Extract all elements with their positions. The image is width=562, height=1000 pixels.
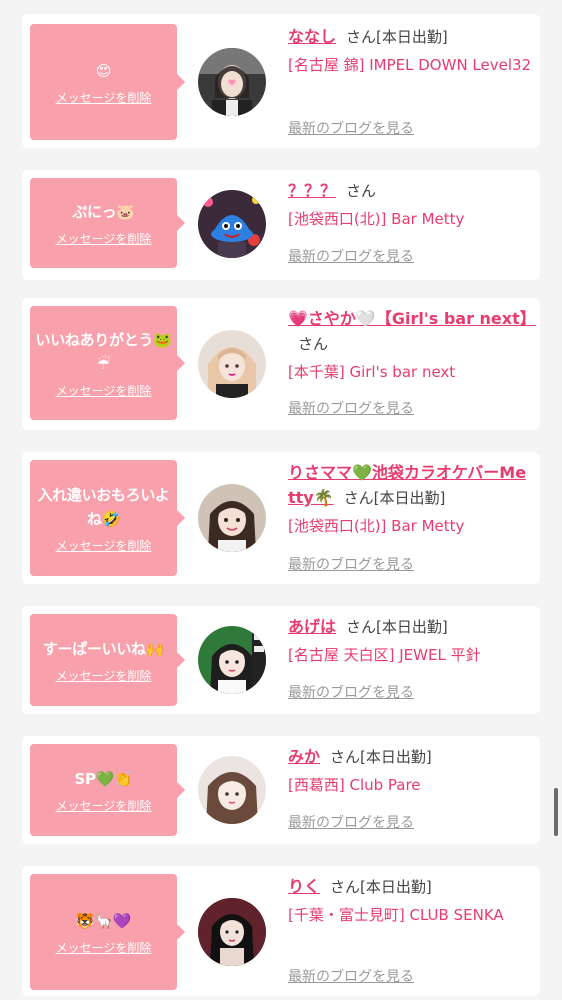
message-bubble: 入れ違いおもろいよね🤣 メッセージを削除 bbox=[30, 460, 185, 576]
message-card: ぷにっ🐷 メッセージを削除 ？？？ さん [池袋西口(北)] Bar Metty… bbox=[22, 170, 540, 280]
cast-info: ？？？ さん [池袋西口(北)] Bar Metty bbox=[288, 178, 532, 232]
cast-info: あげは さん[本日出勤] [名古屋 天白区] JEWEL 平針 bbox=[288, 614, 532, 668]
latest-blog-link[interactable]: 最新のブログを見る bbox=[288, 554, 414, 574]
name-line: りく さん[本日出勤] bbox=[288, 874, 532, 900]
cast-name-link[interactable]: ？？？ bbox=[288, 181, 336, 200]
avatar[interactable] bbox=[198, 48, 266, 116]
honorific: さん bbox=[330, 748, 361, 766]
cast-info: りく さん[本日出勤] [千葉・富士見町] CLUB SENKA bbox=[288, 874, 532, 928]
message-text: 😍 bbox=[95, 61, 112, 80]
cast-name-link[interactable]: 💗さやか🤍【Girl's bar next】 bbox=[288, 309, 536, 328]
message-card: SP💚👏 メッセージを削除 みか さん[本日出勤] [西葛西] Club Pare… bbox=[22, 736, 540, 844]
delete-message-link[interactable]: メッセージを削除 bbox=[56, 667, 152, 684]
avatar[interactable] bbox=[198, 626, 266, 694]
on-duty-badge: [本日出勤] bbox=[360, 748, 432, 766]
shop-name: [本千葉] Girl's bar next bbox=[288, 363, 456, 381]
avatar-photo bbox=[198, 48, 266, 116]
message-list-page: 😍 メッセージを削除 ななし さん[本日出勤] [名古屋 錦] IMPEL DOW… bbox=[0, 0, 562, 1000]
latest-blog-link[interactable]: 最新のブログを見る bbox=[288, 966, 414, 986]
avatar[interactable] bbox=[198, 756, 266, 824]
cast-info: りさママ💚池袋カラオケバーMetty🌴 さん[本日出勤] [池袋西口(北)] Ba… bbox=[288, 460, 532, 539]
delete-message-link[interactable]: メッセージを削除 bbox=[56, 89, 152, 106]
avatar-photo bbox=[198, 330, 266, 398]
honorific: さん bbox=[343, 489, 374, 507]
on-duty-badge: [本日出勤] bbox=[360, 878, 432, 896]
message-text: ぷにっ🐷 bbox=[72, 202, 135, 221]
message-bubble: いいねありがとう🐸☔ メッセージを削除 bbox=[30, 306, 185, 420]
scrollbar-thumb[interactable] bbox=[554, 788, 558, 836]
delete-message-link[interactable]: メッセージを削除 bbox=[56, 939, 152, 956]
shop-name: [西葛西] Club Pare bbox=[288, 776, 421, 794]
name-line: みか さん[本日出勤] bbox=[288, 744, 532, 770]
message-text: いいねありがとう🐸☔ bbox=[35, 330, 172, 373]
name-line: あげは さん[本日出勤] bbox=[288, 614, 532, 640]
cast-info: みか さん[本日出勤] [西葛西] Club Pare bbox=[288, 744, 532, 798]
on-duty-badge: [本日出勤] bbox=[376, 618, 448, 636]
message-bubble: すーぱーいいね🙌 メッセージを削除 bbox=[30, 614, 185, 706]
message-bubble: SP💚👏 メッセージを削除 bbox=[30, 744, 185, 836]
message-text: SP💚👏 bbox=[74, 769, 133, 788]
avatar-photo bbox=[198, 898, 266, 966]
latest-blog-link[interactable]: 最新のブログを見る bbox=[288, 246, 414, 266]
avatar-photo bbox=[198, 190, 266, 258]
delete-message-link[interactable]: メッセージを削除 bbox=[56, 230, 152, 247]
cast-name-link[interactable]: あげは bbox=[288, 617, 336, 636]
delete-message-link[interactable]: メッセージを削除 bbox=[56, 382, 152, 399]
delete-message-link[interactable]: メッセージを削除 bbox=[56, 537, 152, 554]
message-text: すーぱーいいね🙌 bbox=[42, 639, 165, 658]
avatar-photo bbox=[198, 626, 266, 694]
shop-name: [池袋西口(北)] Bar Metty bbox=[288, 210, 465, 228]
latest-blog-link[interactable]: 最新のブログを見る bbox=[288, 682, 414, 702]
message-card: 入れ違いおもろいよね🤣 メッセージを削除 りさママ💚池袋カラオケバーMetty🌴… bbox=[22, 452, 540, 584]
avatar[interactable] bbox=[198, 190, 266, 258]
honorific: さん bbox=[330, 878, 361, 896]
honorific: さん bbox=[298, 335, 329, 353]
cast-info: ななし さん[本日出勤] [名古屋 錦] IMPEL DOWN Level32 bbox=[288, 24, 532, 78]
avatar-photo bbox=[198, 756, 266, 824]
avatar[interactable] bbox=[198, 484, 266, 552]
name-line: ななし さん[本日出勤] bbox=[288, 24, 532, 50]
shop-name: [池袋西口(北)] Bar Metty bbox=[288, 517, 465, 535]
message-card: 🐯🦙💜 メッセージを削除 りく さん[本日出勤] [千葉・富士見町] CLUB S… bbox=[22, 866, 540, 996]
message-card: いいねありがとう🐸☔ メッセージを削除 💗さやか🤍【Girl's bar nex… bbox=[22, 298, 540, 430]
message-text: 🐯🦙💜 bbox=[75, 911, 132, 930]
name-line: 💗さやか🤍【Girl's bar next】さん bbox=[288, 306, 536, 357]
latest-blog-link[interactable]: 最新のブログを見る bbox=[288, 118, 414, 138]
message-bubble: 😍 メッセージを削除 bbox=[30, 24, 185, 140]
on-duty-badge: [本日出勤] bbox=[376, 28, 448, 46]
cast-info: 💗さやか🤍【Girl's bar next】さん [本千葉] Girl's ba… bbox=[288, 306, 536, 385]
shop-name: [千葉・富士見町] CLUB SENKA bbox=[288, 906, 504, 924]
cast-name-link[interactable]: りく bbox=[288, 877, 320, 896]
message-card: すーぱーいいね🙌 メッセージを削除 あげは さん[本日出勤] [名古屋 天白区]… bbox=[22, 606, 540, 714]
honorific: さん bbox=[346, 182, 377, 200]
delete-message-link[interactable]: メッセージを削除 bbox=[56, 797, 152, 814]
message-card: 😍 メッセージを削除 ななし さん[本日出勤] [名古屋 錦] IMPEL DOW… bbox=[22, 14, 540, 148]
avatar[interactable] bbox=[198, 330, 266, 398]
message-bubble: 🐯🦙💜 メッセージを削除 bbox=[30, 874, 185, 990]
cast-name-link[interactable]: ななし bbox=[288, 27, 336, 46]
message-bubble: ぷにっ🐷 メッセージを削除 bbox=[30, 178, 185, 268]
on-duty-badge: [本日出勤] bbox=[373, 489, 446, 507]
latest-blog-link[interactable]: 最新のブログを見る bbox=[288, 398, 414, 418]
avatar[interactable] bbox=[198, 898, 266, 966]
honorific: さん bbox=[346, 28, 377, 46]
name-line: ？？？ さん bbox=[288, 178, 532, 204]
cast-name-link[interactable]: みか bbox=[288, 747, 320, 766]
honorific: さん bbox=[346, 618, 377, 636]
shop-name: [名古屋 天白区] JEWEL 平針 bbox=[288, 646, 481, 664]
latest-blog-link[interactable]: 最新のブログを見る bbox=[288, 812, 414, 832]
shop-name: [名古屋 錦] IMPEL DOWN Level32 bbox=[288, 56, 532, 74]
avatar-photo bbox=[198, 484, 266, 552]
message-text: 入れ違いおもろいよね🤣 bbox=[37, 485, 170, 528]
name-line: りさママ💚池袋カラオケバーMetty🌴 さん[本日出勤] bbox=[288, 460, 532, 511]
